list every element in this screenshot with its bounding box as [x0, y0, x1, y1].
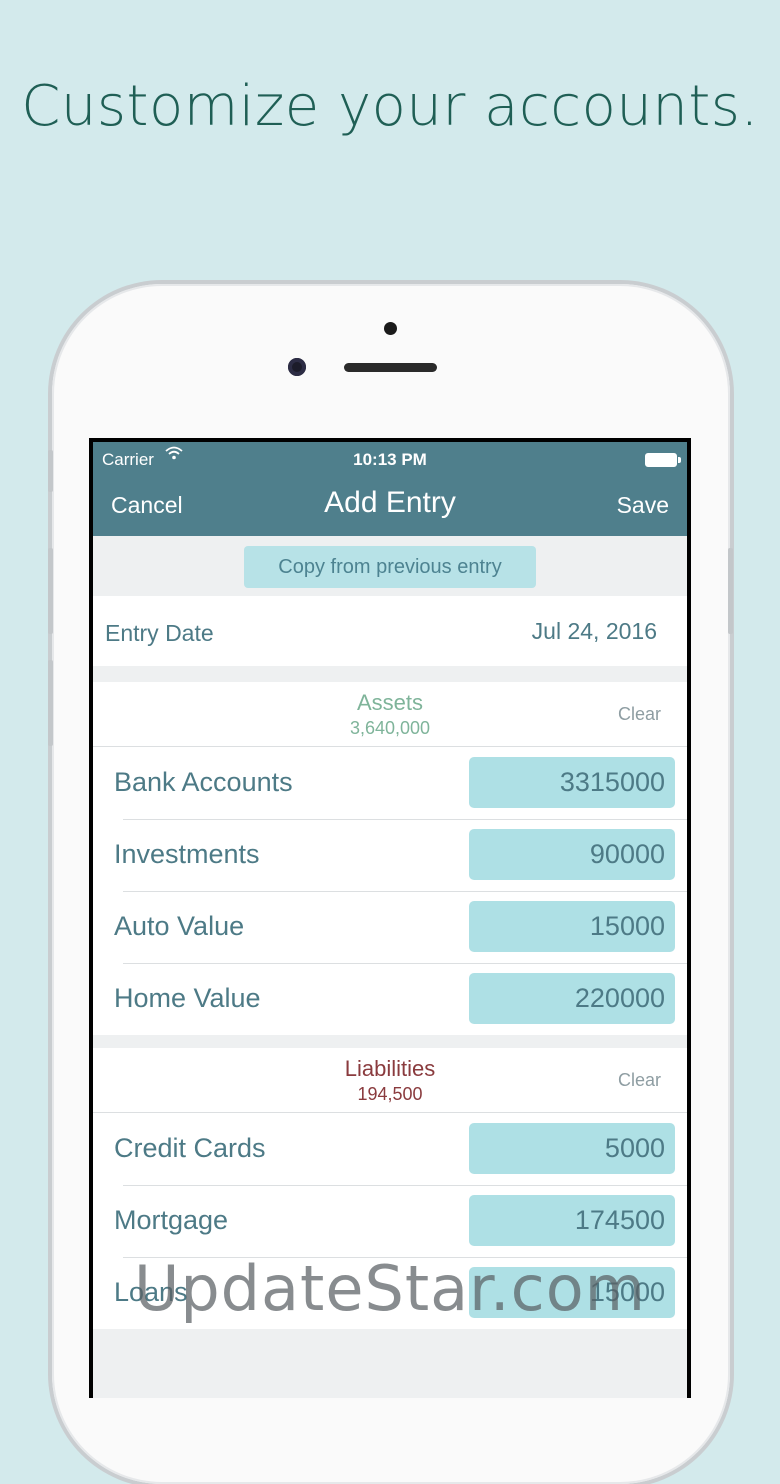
liabilities-clear-button[interactable]: Clear [618, 1070, 661, 1091]
investments-label: Investments [114, 839, 260, 869]
navigation-bar: Carrier 10:13 PM Cancel Add Entry Save [93, 442, 687, 536]
list-item: Credit Cards 5000 [93, 1113, 687, 1185]
credit-cards-label: Credit Cards [114, 1133, 266, 1163]
page-title: Add Entry [324, 486, 456, 519]
home-value-label: Home Value [114, 983, 261, 1013]
liabilities-title: Liabilities [344, 1056, 436, 1081]
list-item: Auto Value 15000 [93, 891, 687, 963]
list-item: Home Value 220000 [93, 963, 687, 1035]
credit-cards-input[interactable]: 5000 [469, 1123, 675, 1174]
assets-clear-button[interactable]: Clear [618, 704, 661, 725]
front-camera-icon [288, 358, 306, 376]
status-time: 10:13 PM [353, 450, 427, 469]
assets-header: Assets 3,640,000 Clear [93, 682, 687, 747]
mortgage-input[interactable]: 174500 [469, 1195, 675, 1246]
copy-previous-entry-button[interactable]: Copy from previous entry [244, 546, 536, 588]
liabilities-total: 194,500 [357, 1084, 423, 1104]
save-button[interactable]: Save [617, 492, 669, 519]
list-item: Mortgage 174500 [93, 1185, 687, 1257]
earpiece-speaker [344, 363, 437, 372]
auto-value-label: Auto Value [114, 911, 245, 941]
auto-value-input[interactable]: 15000 [469, 901, 675, 952]
status-bar: Carrier 10:13 PM [93, 446, 687, 472]
proximity-sensor [384, 322, 397, 335]
entry-date-row[interactable]: Entry Date Jul 24, 2016 [93, 596, 687, 666]
assets-total: 3,640,000 [349, 718, 431, 738]
list-item: Bank Accounts 3315000 [93, 747, 687, 819]
bank-accounts-input[interactable]: 3315000 [469, 757, 675, 808]
mute-switch [48, 450, 53, 492]
mortgage-label: Mortgage [114, 1205, 229, 1235]
watermark: UpdateStar.com [133, 1252, 647, 1325]
volume-up-button [48, 548, 53, 634]
list-item: Investments 90000 [93, 819, 687, 891]
bank-accounts-label: Bank Accounts [114, 767, 293, 797]
assets-section: Assets 3,640,000 Clear Bank Accounts 331… [93, 682, 687, 1035]
entry-date-label: Entry Date [105, 620, 214, 646]
entry-date-value[interactable]: Jul 24, 2016 [532, 618, 657, 645]
headline: Customize your accounts. [21, 74, 759, 139]
assets-title: Assets [356, 690, 424, 715]
liabilities-header: Liabilities 194,500 Clear [93, 1048, 687, 1113]
battery-icon [645, 453, 681, 467]
investments-input[interactable]: 90000 [469, 829, 675, 880]
volume-down-button [48, 660, 53, 746]
power-button [728, 548, 733, 634]
home-value-input[interactable]: 220000 [469, 973, 675, 1024]
